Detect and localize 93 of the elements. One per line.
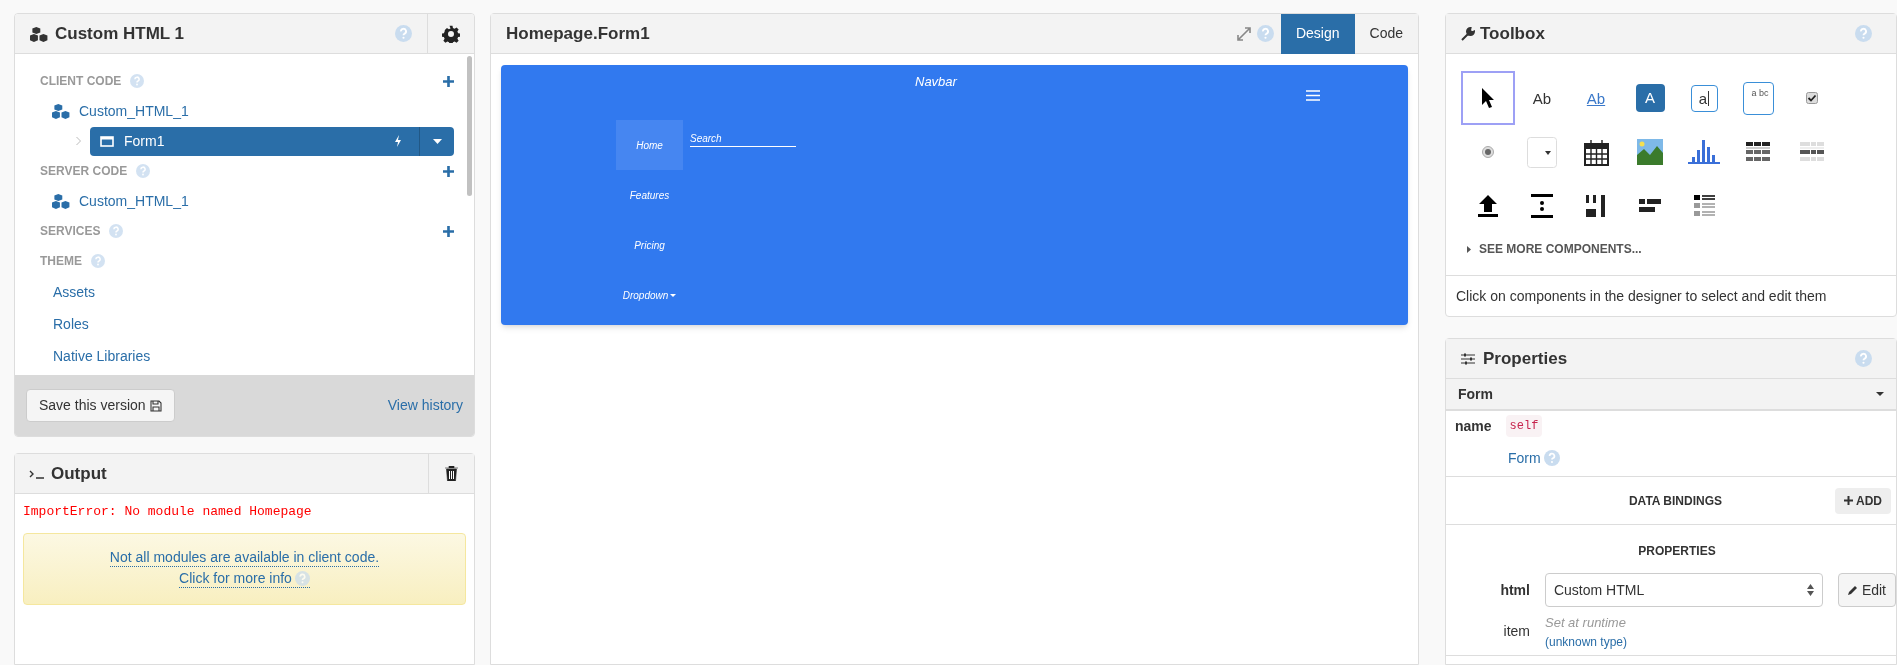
edit-button[interactable]: Edit <box>1837 573 1896 607</box>
section-heading: THEME <box>40 253 82 270</box>
runtime-note: Set at runtime <box>1545 614 1627 632</box>
component-tool[interactable]: Ab <box>1515 71 1569 125</box>
landscape-icon <box>1637 139 1663 165</box>
add-icon[interactable] <box>443 75 454 87</box>
wrench-icon <box>1461 26 1475 41</box>
error-message: ImportError: No module named Homepage <box>23 503 313 521</box>
floppy-icon <box>149 399 162 412</box>
component-tool[interactable]: a bc <box>1731 71 1785 125</box>
component-tool[interactable] <box>1461 71 1515 125</box>
trash-icon <box>445 466 458 481</box>
section-heading: PROPERTIES <box>1637 543 1717 560</box>
caret-icon[interactable] <box>1467 245 1471 253</box>
textarea-icon: a bc <box>1742 81 1774 115</box>
lightning-icon[interactable] <box>394 135 402 147</box>
radio-icon <box>1482 146 1494 158</box>
html-select[interactable]: Custom HTML <box>1544 573 1823 607</box>
section-heading: SERVER CODE <box>40 163 128 180</box>
nav-link[interactable]: Pricing <box>616 220 683 270</box>
component-tool[interactable]: A <box>1623 71 1677 125</box>
view-history-link[interactable]: View history <box>387 395 463 416</box>
textbox-icon: a <box>1690 84 1718 112</box>
updown-icon <box>1806 584 1814 596</box>
sliders-icon <box>1461 352 1475 365</box>
cubes-icon <box>52 103 71 119</box>
save-version-button[interactable]: Save this version <box>26 389 175 422</box>
section-heading: CLIENT CODE <box>40 73 122 90</box>
caret-icon[interactable] <box>432 138 442 144</box>
rows-icon <box>1800 142 1824 162</box>
calendar-icon <box>1583 138 1609 166</box>
nav-link[interactable]: Home <box>616 120 683 170</box>
panel-title: Toolbox <box>1480 22 1545 45</box>
caret-icon <box>1876 392 1884 396</box>
flow-icon <box>1639 199 1661 213</box>
component-tool[interactable]: Ab <box>1569 71 1623 125</box>
panel-title: Output <box>51 462 107 485</box>
expand-icon[interactable] <box>1236 26 1251 41</box>
label-icon: Ab <box>1532 90 1552 106</box>
panel-title: Properties <box>1483 347 1568 370</box>
pencil-icon <box>1847 585 1858 595</box>
section-heading: SERVICES <box>40 223 101 240</box>
plus-icon <box>1844 496 1853 505</box>
navbar-brand[interactable]: Navbar <box>915 72 957 92</box>
link-icon: Ab <box>1586 90 1606 106</box>
terminal-icon <box>29 468 45 479</box>
columns-icon <box>1586 195 1606 217</box>
name-value: self <box>1505 415 1543 437</box>
nav-link[interactable]: Dropdown <box>616 270 683 320</box>
add-icon[interactable] <box>443 165 454 177</box>
bar-chart-icon <box>1688 140 1720 164</box>
component-tool[interactable]: a <box>1677 71 1731 125</box>
dropdown-icon <box>1527 136 1557 168</box>
component-bar[interactable]: Form <box>1446 379 1896 411</box>
add-icon[interactable] <box>443 225 454 237</box>
add-binding-button[interactable]: ADD <box>1835 487 1891 514</box>
theme-link[interactable]: Roles <box>53 313 89 335</box>
notice-link[interactable]: Not all modules are available in client code. <box>109 549 380 567</box>
list-icon <box>1693 195 1715 217</box>
property-label: item <box>1502 622 1530 642</box>
panel-title: Custom HTML 1 <box>55 22 185 45</box>
view-tab[interactable]: Design <box>1280 13 1355 54</box>
pointer-icon <box>1481 87 1495 109</box>
gear-icon <box>442 24 460 43</box>
button-icon: A <box>1635 84 1665 112</box>
property-label: html <box>1499 580 1530 600</box>
scrollbar[interactable] <box>467 56 472 196</box>
property-label: name <box>1455 416 1492 436</box>
editor-title: Homepage.Form1 <box>505 22 651 45</box>
window-icon <box>100 135 114 147</box>
navbar-canvas[interactable]: Navbar Home Features Pricing Dropdown Search <box>501 65 1408 325</box>
more-info-link[interactable]: Click for more info <box>179 569 310 588</box>
view-tab[interactable]: Code <box>1354 13 1418 54</box>
upload-icon <box>1478 194 1498 218</box>
section-heading: DATA BINDINGS <box>1627 492 1724 510</box>
table-icon <box>1746 142 1770 162</box>
cubes-icon <box>30 25 49 42</box>
search-field[interactable]: Search <box>690 131 796 147</box>
type-link[interactable]: (unknown type) <box>1545 632 1628 651</box>
see-more-link[interactable]: SEE MORE COMPONENTS... <box>1479 240 1642 258</box>
module-link[interactable]: Custom_HTML_1 <box>79 100 189 122</box>
module-link[interactable]: Custom_HTML_1 <box>79 190 189 212</box>
toolbox-hint: Click on components in the designer to select and edit them <box>1446 275 1896 316</box>
theme-link[interactable]: Native Libraries <box>53 345 151 367</box>
theme-link[interactable]: Assets <box>53 281 95 303</box>
type-link[interactable]: Form <box>1508 447 1541 469</box>
checkbox-icon <box>1806 92 1818 104</box>
nav-link[interactable]: Features <box>616 170 683 220</box>
caret-icon <box>670 293 677 297</box>
form-item[interactable]: Form1 <box>90 126 454 156</box>
menu-icon[interactable] <box>1306 90 1320 101</box>
cubes-icon <box>52 193 71 209</box>
spacer-icon <box>1531 194 1553 218</box>
